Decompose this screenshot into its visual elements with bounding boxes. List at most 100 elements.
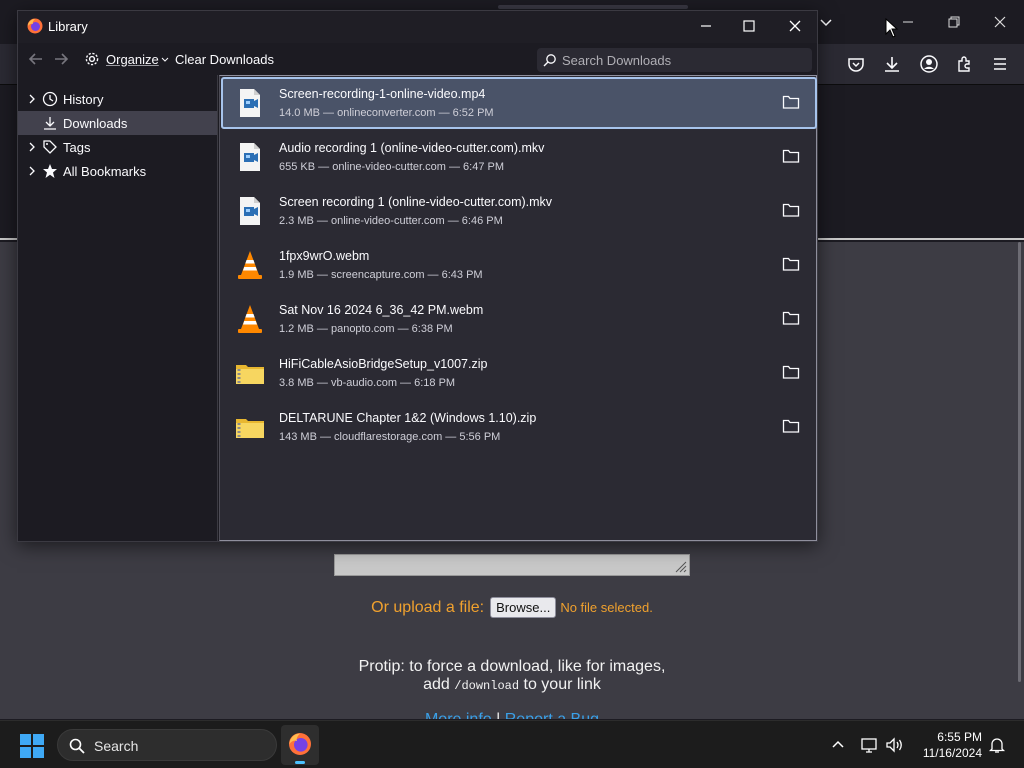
download-meta: 14.0 MB — onlineconverter.com — 6:52 PM — [279, 107, 494, 119]
chevron-right-icon[interactable] — [26, 93, 38, 105]
windows-start-icon[interactable] — [19, 733, 45, 759]
zip-folder-icon — [236, 419, 264, 438]
folder-icon[interactable] — [782, 418, 800, 434]
download-item[interactable]: Sat Nov 16 2024 6_36_42 PM.webm 1.2 MB —… — [221, 293, 817, 345]
download-item[interactable]: 1fpx9wrO.webm 1.9 MB — screencapture.com… — [221, 239, 817, 291]
sidebar-item-label: All Bookmarks — [63, 163, 147, 179]
download-item[interactable]: DELTARUNE Chapter 1&2 (Windows 1.10).zip… — [221, 401, 817, 453]
sidebar-item-tags[interactable]: Tags — [18, 135, 217, 159]
download-item[interactable]: HiFiCableAsioBridgeSetup_v1007.zip 3.8 M… — [221, 347, 817, 399]
notification-bell-icon[interactable] — [988, 736, 1006, 754]
browser-tab-strip[interactable] — [498, 5, 688, 9]
download-filename: HiFiCableAsioBridgeSetup_v1007.zip — [279, 357, 488, 371]
restore-icon[interactable] — [944, 12, 964, 32]
protip-text: Protip: to force a download, like for im… — [0, 658, 1024, 695]
folder-icon[interactable] — [782, 310, 800, 326]
search-icon — [69, 738, 85, 754]
resize-grip-icon[interactable] — [673, 559, 687, 573]
folder-icon[interactable] — [782, 94, 800, 110]
minimize-icon[interactable] — [697, 17, 715, 35]
account-icon[interactable] — [919, 54, 939, 74]
download-filename: Sat Nov 16 2024 6_36_42 PM.webm — [279, 303, 484, 317]
folder-icon[interactable] — [782, 256, 800, 272]
protip-line-1: Protip: to force a download, like for im… — [358, 658, 666, 675]
download-item[interactable]: Audio recording 1 (online-video-cutter.c… — [221, 131, 817, 183]
sidebar-item-history[interactable]: History — [18, 87, 217, 111]
download-item[interactable]: Screen-recording-1-online-video.mp4 14.0… — [221, 77, 817, 129]
taskbar-search[interactable]: Search — [57, 729, 277, 761]
clock-time: 6:55 PM — [937, 730, 982, 744]
video-file-icon — [240, 89, 260, 117]
download-meta: 2.3 MB — online-video-cutter.com — 6:46 … — [279, 215, 503, 227]
chevron-up-icon[interactable] — [830, 737, 846, 753]
volume-icon[interactable] — [885, 735, 905, 755]
download-icon — [44, 117, 56, 130]
paste-textarea[interactable] — [334, 554, 690, 576]
search-icon — [543, 54, 556, 67]
chevron-down-icon[interactable] — [818, 14, 834, 30]
library-titlebar[interactable]: Library — [18, 11, 817, 43]
taskbar: Search 6:55 PM 11/16/2024 — [0, 720, 1024, 768]
video-file-icon — [240, 143, 260, 171]
more-info-link[interactable]: More info — [425, 711, 492, 719]
sidebar-item-label: Downloads — [63, 115, 128, 131]
link-separator: | — [496, 711, 500, 719]
library-toolbar: Organize Clear Downloads Search Download… — [18, 43, 817, 75]
library-sidebar: History Downloads Tags All Bookmarks — [18, 75, 218, 541]
footer-links: More info | Report a Bug — [0, 711, 1024, 719]
chevron-right-icon[interactable] — [26, 141, 38, 153]
download-filename: Audio recording 1 (online-video-cutter.c… — [279, 141, 545, 155]
back-arrow-icon[interactable] — [28, 51, 44, 67]
star-icon — [43, 164, 57, 178]
search-placeholder: Search Downloads — [562, 53, 672, 68]
clear-downloads-button[interactable]: Clear Downloads — [175, 52, 274, 67]
taskbar-firefox[interactable] — [281, 725, 319, 765]
report-bug-link[interactable]: Report a Bug — [505, 711, 599, 719]
folder-icon[interactable] — [782, 148, 800, 164]
close-icon[interactable] — [786, 17, 804, 35]
download-item[interactable]: Screen recording 1 (online-video-cutter.… — [221, 185, 817, 237]
chevron-right-icon[interactable] — [26, 165, 38, 177]
taskbar-search-label: Search — [94, 738, 139, 754]
sidebar-item-label: Tags — [63, 139, 91, 155]
upload-label: Or upload a file: — [371, 598, 485, 616]
pocket-icon[interactable] — [846, 54, 866, 74]
protip-code: /download — [454, 679, 520, 693]
library-window: Library Organize Clear Downloads Search … — [17, 10, 818, 542]
download-filename: DELTARUNE Chapter 1&2 (Windows 1.10).zip — [279, 411, 537, 425]
download-meta: 1.9 MB — screencapture.com — 6:43 PM — [279, 269, 483, 281]
chevron-down-icon — [161, 57, 169, 62]
upload-row: Or upload a file: Browse... No file select… — [0, 597, 1024, 618]
vlc-cone-icon — [238, 305, 262, 333]
gear-icon — [85, 52, 99, 66]
search-input[interactable]: Search Downloads — [537, 48, 812, 72]
close-icon[interactable] — [990, 12, 1010, 32]
clock-icon — [42, 91, 58, 107]
downloads-icon[interactable] — [882, 54, 902, 74]
maximize-icon[interactable] — [740, 17, 758, 35]
sidebar-item-label: History — [63, 91, 104, 107]
page-scrollbar[interactable] — [1018, 242, 1021, 682]
organize-label: Organize — [106, 51, 159, 67]
downloads-list: Screen-recording-1-online-video.mp4 14.0… — [219, 75, 817, 541]
download-meta: 1.2 MB — panopto.com — 6:38 PM — [279, 323, 453, 335]
network-icon[interactable] — [860, 735, 880, 755]
sidebar-item-downloads[interactable]: Downloads — [18, 111, 217, 135]
extensions-icon[interactable] — [955, 54, 975, 74]
forward-arrow-icon[interactable] — [53, 51, 69, 67]
minimize-icon[interactable] — [898, 12, 918, 32]
library-title: Library — [48, 19, 88, 34]
protip-line-2: add /download to your link — [423, 676, 601, 693]
download-meta: 655 KB — online-video-cutter.com — 6:47 … — [279, 161, 504, 173]
taskbar-clock[interactable]: 6:55 PM 11/16/2024 — [912, 729, 982, 761]
zip-folder-icon — [236, 365, 264, 384]
organize-button[interactable]: Organize — [84, 48, 175, 70]
file-status: No file selected. — [560, 600, 653, 615]
sidebar-item-all-bookmarks[interactable]: All Bookmarks — [18, 159, 217, 183]
menu-icon[interactable] — [990, 54, 1010, 74]
clock-date: 11/16/2024 — [922, 746, 982, 760]
browse-button[interactable]: Browse... — [490, 597, 557, 618]
folder-icon[interactable] — [782, 364, 800, 380]
tag-icon — [43, 140, 57, 154]
folder-icon[interactable] — [782, 202, 800, 218]
